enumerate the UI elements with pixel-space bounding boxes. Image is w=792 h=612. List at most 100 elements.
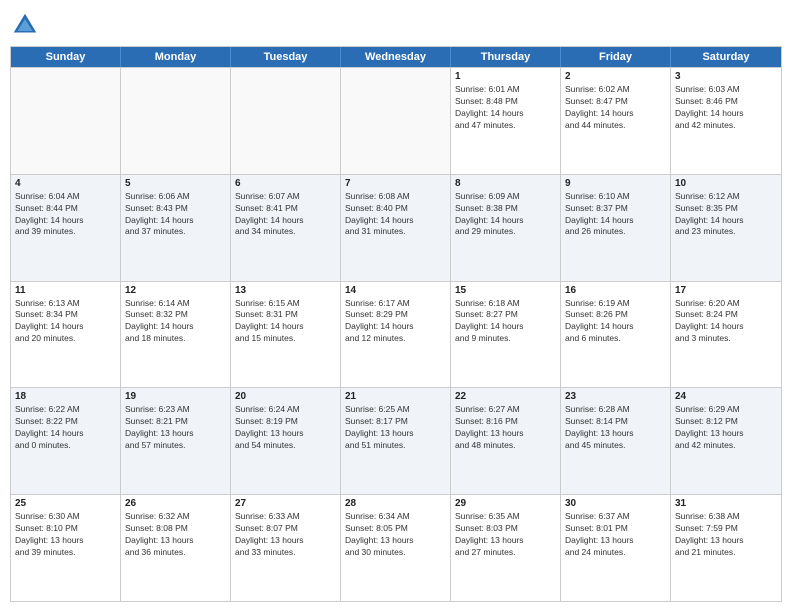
- header-day-tuesday: Tuesday: [231, 47, 341, 67]
- day-number: 24: [675, 391, 777, 402]
- calendar-cell: 9 Sunrise: 6:10 AMSunset: 8:37 PMDaylight…: [561, 175, 671, 281]
- day-number: 12: [125, 285, 226, 296]
- day-info: Sunrise: 6:06 AMSunset: 8:43 PMDaylight:…: [125, 191, 226, 239]
- day-number: 15: [455, 285, 556, 296]
- day-info: Sunrise: 6:15 AMSunset: 8:31 PMDaylight:…: [235, 298, 336, 346]
- day-number: 27: [235, 498, 336, 509]
- day-info: Sunrise: 6:09 AMSunset: 8:38 PMDaylight:…: [455, 191, 556, 239]
- day-info: Sunrise: 6:38 AMSunset: 7:59 PMDaylight:…: [675, 511, 777, 559]
- day-number: 14: [345, 285, 446, 296]
- day-info: Sunrise: 6:24 AMSunset: 8:19 PMDaylight:…: [235, 404, 336, 452]
- calendar-cell: 30 Sunrise: 6:37 AMSunset: 8:01 PMDayligh…: [561, 495, 671, 601]
- day-info: Sunrise: 6:35 AMSunset: 8:03 PMDaylight:…: [455, 511, 556, 559]
- day-info: Sunrise: 6:29 AMSunset: 8:12 PMDaylight:…: [675, 404, 777, 452]
- day-number: 26: [125, 498, 226, 509]
- calendar-cell: 16 Sunrise: 6:19 AMSunset: 8:26 PMDayligh…: [561, 282, 671, 388]
- day-info: Sunrise: 6:37 AMSunset: 8:01 PMDaylight:…: [565, 511, 666, 559]
- calendar-cell: 7 Sunrise: 6:08 AMSunset: 8:40 PMDaylight…: [341, 175, 451, 281]
- calendar-cell: 23 Sunrise: 6:28 AMSunset: 8:14 PMDayligh…: [561, 388, 671, 494]
- day-info: Sunrise: 6:17 AMSunset: 8:29 PMDaylight:…: [345, 298, 446, 346]
- calendar-cell: 17Sunrise: 6:20 AMSunset: 8:24 PMDayligh…: [671, 282, 781, 388]
- calendar-cell: 15 Sunrise: 6:18 AMSunset: 8:27 PMDayligh…: [451, 282, 561, 388]
- day-info: Sunrise: 6:10 AMSunset: 8:37 PMDaylight:…: [565, 191, 666, 239]
- header-day-monday: Monday: [121, 47, 231, 67]
- day-number: 9: [565, 178, 666, 189]
- calendar: SundayMondayTuesdayWednesdayThursdayFrid…: [10, 46, 782, 602]
- calendar-row: 4 Sunrise: 6:04 AMSunset: 8:44 PMDaylight…: [11, 174, 781, 281]
- day-info: Sunrise: 6:07 AMSunset: 8:41 PMDaylight:…: [235, 191, 336, 239]
- header-day-friday: Friday: [561, 47, 671, 67]
- day-number: 6: [235, 178, 336, 189]
- calendar-row: 18 Sunrise: 6:22 AMSunset: 8:22 PMDayligh…: [11, 387, 781, 494]
- calendar-cell: 26 Sunrise: 6:32 AMSunset: 8:08 PMDayligh…: [121, 495, 231, 601]
- calendar-cell: 21Sunrise: 6:25 AMSunset: 8:17 PMDayligh…: [341, 388, 451, 494]
- calendar-cell: [121, 68, 231, 174]
- day-info: Sunrise: 6:32 AMSunset: 8:08 PMDaylight:…: [125, 511, 226, 559]
- calendar-row: 25Sunrise: 6:30 AMSunset: 8:10 PMDayligh…: [11, 494, 781, 601]
- day-number: 30: [565, 498, 666, 509]
- day-number: 3: [675, 71, 777, 82]
- calendar-header: SundayMondayTuesdayWednesdayThursdayFrid…: [11, 47, 781, 67]
- day-info: Sunrise: 6:02 AMSunset: 8:47 PMDaylight:…: [565, 84, 666, 132]
- day-info: Sunrise: 6:12 AMSunset: 8:35 PMDaylight:…: [675, 191, 777, 239]
- day-info: Sunrise: 6:34 AMSunset: 8:05 PMDaylight:…: [345, 511, 446, 559]
- calendar-cell: 28 Sunrise: 6:34 AMSunset: 8:05 PMDayligh…: [341, 495, 451, 601]
- day-number: 18: [15, 391, 116, 402]
- day-number: 29: [455, 498, 556, 509]
- day-info: Sunrise: 6:30 AMSunset: 8:10 PMDaylight:…: [15, 511, 116, 559]
- calendar-row: 1Sunrise: 6:01 AMSunset: 8:48 PMDaylight…: [11, 67, 781, 174]
- calendar-cell: [11, 68, 121, 174]
- header-day-saturday: Saturday: [671, 47, 781, 67]
- calendar-cell: 14 Sunrise: 6:17 AMSunset: 8:29 PMDayligh…: [341, 282, 451, 388]
- day-info: Sunrise: 6:23 AMSunset: 8:21 PMDaylight:…: [125, 404, 226, 452]
- day-info: Sunrise: 6:03 AMSunset: 8:46 PMDaylight:…: [675, 84, 777, 132]
- day-number: 16: [565, 285, 666, 296]
- header-day-wednesday: Wednesday: [341, 47, 451, 67]
- day-number: 21: [345, 391, 446, 402]
- calendar-cell: 27Sunrise: 6:33 AMSunset: 8:07 PMDayligh…: [231, 495, 341, 601]
- calendar-cell: 11 Sunrise: 6:13 AMSunset: 8:34 PMDayligh…: [11, 282, 121, 388]
- day-info: Sunrise: 6:08 AMSunset: 8:40 PMDaylight:…: [345, 191, 446, 239]
- calendar-cell: 18 Sunrise: 6:22 AMSunset: 8:22 PMDayligh…: [11, 388, 121, 494]
- day-info: Sunrise: 6:18 AMSunset: 8:27 PMDaylight:…: [455, 298, 556, 346]
- day-number: 31: [675, 498, 777, 509]
- calendar-cell: [341, 68, 451, 174]
- header-day-sunday: Sunday: [11, 47, 121, 67]
- calendar-cell: 22Sunrise: 6:27 AMSunset: 8:16 PMDayligh…: [451, 388, 561, 494]
- calendar-row: 11 Sunrise: 6:13 AMSunset: 8:34 PMDayligh…: [11, 281, 781, 388]
- calendar-cell: 31 Sunrise: 6:38 AMSunset: 7:59 PMDayligh…: [671, 495, 781, 601]
- day-number: 11: [15, 285, 116, 296]
- day-info: Sunrise: 6:04 AMSunset: 8:44 PMDaylight:…: [15, 191, 116, 239]
- header: [10, 10, 782, 40]
- day-number: 5: [125, 178, 226, 189]
- day-number: 4: [15, 178, 116, 189]
- calendar-cell: 24 Sunrise: 6:29 AMSunset: 8:12 PMDayligh…: [671, 388, 781, 494]
- day-info: Sunrise: 6:19 AMSunset: 8:26 PMDaylight:…: [565, 298, 666, 346]
- day-number: 7: [345, 178, 446, 189]
- calendar-cell: 29 Sunrise: 6:35 AMSunset: 8:03 PMDayligh…: [451, 495, 561, 601]
- day-info: Sunrise: 6:13 AMSunset: 8:34 PMDaylight:…: [15, 298, 116, 346]
- day-number: 2: [565, 71, 666, 82]
- page: SundayMondayTuesdayWednesdayThursdayFrid…: [0, 0, 792, 612]
- calendar-cell: 13Sunrise: 6:15 AMSunset: 8:31 PMDayligh…: [231, 282, 341, 388]
- calendar-cell: 2 Sunrise: 6:02 AMSunset: 8:47 PMDaylight…: [561, 68, 671, 174]
- calendar-cell: 3 Sunrise: 6:03 AMSunset: 8:46 PMDaylight…: [671, 68, 781, 174]
- calendar-cell: 1Sunrise: 6:01 AMSunset: 8:48 PMDaylight…: [451, 68, 561, 174]
- logo-icon: [10, 10, 40, 40]
- day-number: 23: [565, 391, 666, 402]
- day-info: Sunrise: 6:22 AMSunset: 8:22 PMDaylight:…: [15, 404, 116, 452]
- calendar-cell: 19 Sunrise: 6:23 AMSunset: 8:21 PMDayligh…: [121, 388, 231, 494]
- day-number: 19: [125, 391, 226, 402]
- calendar-cell: 5 Sunrise: 6:06 AMSunset: 8:43 PMDaylight…: [121, 175, 231, 281]
- logo-area: [10, 10, 44, 40]
- calendar-cell: 25Sunrise: 6:30 AMSunset: 8:10 PMDayligh…: [11, 495, 121, 601]
- day-number: 10: [675, 178, 777, 189]
- day-number: 28: [345, 498, 446, 509]
- calendar-cell: 6 Sunrise: 6:07 AMSunset: 8:41 PMDaylight…: [231, 175, 341, 281]
- calendar-cell: 8 Sunrise: 6:09 AMSunset: 8:38 PMDaylight…: [451, 175, 561, 281]
- day-number: 20: [235, 391, 336, 402]
- calendar-cell: [231, 68, 341, 174]
- day-info: Sunrise: 6:28 AMSunset: 8:14 PMDaylight:…: [565, 404, 666, 452]
- day-number: 8: [455, 178, 556, 189]
- day-info: Sunrise: 6:01 AMSunset: 8:48 PMDaylight:…: [455, 84, 556, 132]
